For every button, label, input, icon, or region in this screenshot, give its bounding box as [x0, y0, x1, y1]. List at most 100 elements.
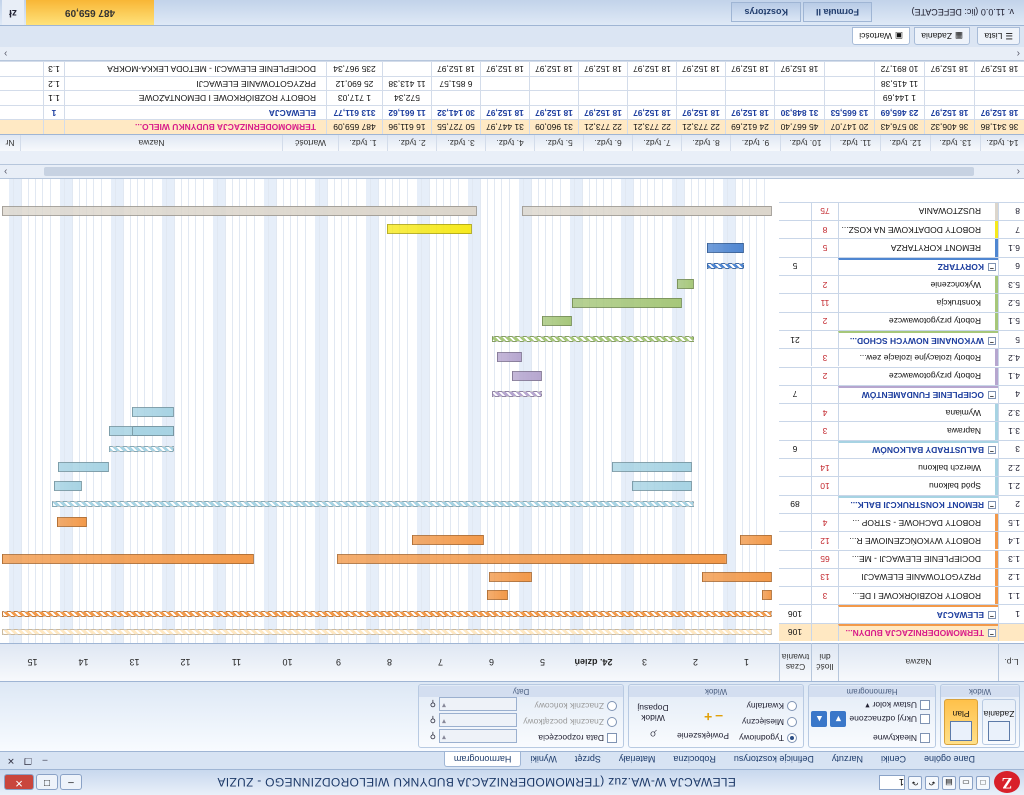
tab-harmonogram[interactable]: Harmonogram [443, 752, 522, 767]
gantt-row[interactable]: 1.4 ROBOTY WYKOŃCZENIOWE R... 12 [779, 531, 1024, 550]
link-icon[interactable]: ⚲ [430, 731, 436, 742]
collapse-icon[interactable]: − [988, 446, 996, 455]
tygodniowy-radio[interactable] [787, 733, 797, 743]
date-start-combo[interactable] [439, 729, 517, 743]
collapse-icon[interactable]: − [988, 611, 996, 620]
cost-header[interactable]: 4. tydz. [485, 135, 534, 151]
task-bar[interactable] [677, 279, 694, 290]
zoom-in-icon[interactable]: + [704, 709, 712, 725]
cost-row[interactable]: 1 144,69 572,34 1 717,03 ROBOTY ROZBIÓRKOWE… [0, 90, 1024, 105]
mdi-minimize-icon[interactable]: – [38, 755, 52, 767]
task-bar[interactable] [132, 425, 174, 436]
date-begin-combo[interactable] [439, 713, 517, 727]
cost-row[interactable]: 18 152,97 18 152,97 23 465,69 13 665,53 31 8… [0, 105, 1024, 120]
cost-header[interactable]: 6. tydz. [583, 135, 632, 151]
summary-bar[interactable] [2, 629, 772, 635]
task-bar[interactable] [2, 553, 254, 564]
task-bar[interactable] [132, 407, 174, 418]
task-bar[interactable] [412, 535, 484, 546]
cost-header[interactable]: 1. tydz. [338, 135, 387, 151]
task-bar[interactable] [762, 590, 772, 601]
scroll-right-icon[interactable]: › [4, 48, 7, 59]
zoom-out-icon[interactable]: – [715, 709, 723, 725]
cost-hscrollbar[interactable]: ‹ › [0, 47, 1024, 61]
kwartalny-radio[interactable] [787, 701, 797, 711]
gantt-row[interactable]: 1.1 ROBOTY ROZBIÓRKOWE I DE... 3 [779, 586, 1024, 605]
tab-narzuty[interactable]: Narzuty [823, 752, 872, 766]
formula-tab[interactable]: Formuła II [802, 2, 872, 23]
cost-header[interactable]: 14. tydz. [980, 135, 1024, 151]
data-rozpoczecia-checkbox[interactable] [607, 733, 617, 743]
cost-header[interactable]: 12. tydz. [880, 135, 930, 151]
cost-header[interactable]: 11. tydz. [830, 135, 880, 151]
task-bar[interactable] [58, 462, 109, 473]
cost-header[interactable]: Wartość [282, 135, 338, 151]
cost-header[interactable]: 2. tydz. [387, 135, 436, 151]
print-icon[interactable]: ▤ [942, 776, 956, 790]
collapse-icon[interactable]: − [988, 263, 996, 272]
tab-robocizna[interactable]: Robocizna [664, 752, 725, 766]
task-bar[interactable] [702, 572, 772, 583]
tab-dane-ogolne[interactable]: Dane ogólne [915, 752, 984, 766]
collapse-icon[interactable]: − [988, 501, 996, 510]
collapse-icon[interactable]: − [988, 629, 996, 638]
cost-header[interactable]: 13. tydz. [930, 135, 980, 151]
app-logo[interactable]: Z [994, 771, 1020, 794]
arrow-up-button[interactable]: ▲ [811, 711, 828, 727]
arrow-down-button[interactable]: ▼ [830, 711, 847, 727]
tab-lista[interactable]: ☰ Lista [977, 27, 1020, 45]
task-bar[interactable] [489, 572, 532, 583]
task-bar[interactable] [612, 462, 692, 473]
gantt-row[interactable]: 4.2 Roboty izolacyjne izolacje zew... 3 [779, 348, 1024, 367]
task-bar[interactable] [740, 535, 772, 546]
cost-header[interactable]: 3. tydz. [436, 135, 485, 151]
collapse-icon[interactable]: − [988, 391, 996, 400]
gantt-row[interactable]: 1.3 DOCIEPLENIE ELEWACJI - ME... 65 [779, 549, 1024, 568]
cost-header[interactable]: 7. tydz. [632, 135, 681, 151]
cost-row[interactable]: 11 415,38 6 851,57 11 413,38 25 690,12 PRZYG… [0, 76, 1024, 91]
cost-header[interactable]: 8. tydz. [681, 135, 730, 151]
minimize-button[interactable]: – [60, 774, 82, 791]
tab-zadania[interactable]: ▦ Zadania [914, 27, 970, 45]
scroll-left-icon[interactable]: ‹ [1017, 48, 1020, 59]
link-icon[interactable]: ⚲ [430, 715, 436, 726]
kolor-checkbox[interactable] [920, 700, 930, 711]
gantt-row[interactable]: 4.1 Roboty przygotowawcze 2 [779, 366, 1024, 385]
cost-header[interactable]: 5. tydz. [534, 135, 583, 151]
summary-bar[interactable] [492, 391, 542, 398]
gantt-row[interactable]: 5− WYKONANIE NOWYCH SCHOD... 21 [779, 329, 1024, 349]
chevron-down-icon[interactable]: ▾ [865, 700, 869, 711]
maximize-button[interactable]: □ [36, 774, 58, 791]
cost-header[interactable]: 10. tydz. [780, 135, 830, 151]
gantt-row[interactable]: 8 RUSZTOWANIA 75 [779, 201, 1024, 221]
scroll-left-icon[interactable]: ‹ [1017, 166, 1020, 177]
znacznik-koncowy-radio[interactable] [607, 701, 617, 711]
scroll-right-icon[interactable]: › [4, 166, 7, 177]
redo-icon[interactable]: ↷ [908, 776, 922, 790]
task-bar[interactable] [497, 352, 522, 363]
undo-icon[interactable]: ↶ [925, 776, 939, 790]
gantt-row[interactable]: 6.1 REMONT KORYTARZA 5 [779, 238, 1024, 257]
summary-bar[interactable] [52, 500, 694, 507]
gantt-row[interactable]: 2.2 Wierzch balkonu 14 [779, 458, 1024, 477]
gantt-hscrollbar[interactable]: ‹ › [0, 165, 1024, 179]
nieaktywne-checkbox[interactable] [920, 733, 930, 743]
gantt-row[interactable]: 5.3 Wykończenie 2 [779, 275, 1024, 294]
task-bar[interactable] [54, 480, 82, 491]
new-file-icon[interactable]: □ [976, 776, 990, 790]
tab-ceniki[interactable]: Ceniki [872, 752, 915, 766]
magnifier-icon[interactable]: ⌕ [649, 726, 657, 743]
gantt-row[interactable]: 5.2 Konstrukcja 11 [779, 293, 1024, 312]
tab-materialy[interactable]: Materiały [610, 752, 665, 766]
gantt-row[interactable]: 2.1 Spód balkonu 10 [779, 476, 1024, 495]
summary-bar[interactable] [2, 610, 772, 617]
znacznik-poczatkowy-radio[interactable] [607, 717, 617, 727]
cost-header[interactable]: Nr [0, 135, 20, 151]
task-bar[interactable] [542, 315, 572, 326]
gantt-row[interactable]: 1.5 ROBOTY DACHOWE - STROP ... 4 [779, 512, 1024, 532]
gantt-row[interactable]: 1.2 PRZYGOTOWANIE ELEWACJI 13 [779, 567, 1024, 587]
gantt-row[interactable]: 7 ROBOTY DODATKOWE NA KOSZ... 8 [779, 220, 1024, 239]
scroll-thumb[interactable] [44, 167, 974, 176]
cost-row[interactable]: 18 152,97 18 152,97 10 891,72 18 152,97 18 1… [0, 61, 1024, 76]
cost-row[interactable]: 36 341,86 36 406,32 30 576,43 20 147,07 45 6… [0, 119, 1024, 134]
